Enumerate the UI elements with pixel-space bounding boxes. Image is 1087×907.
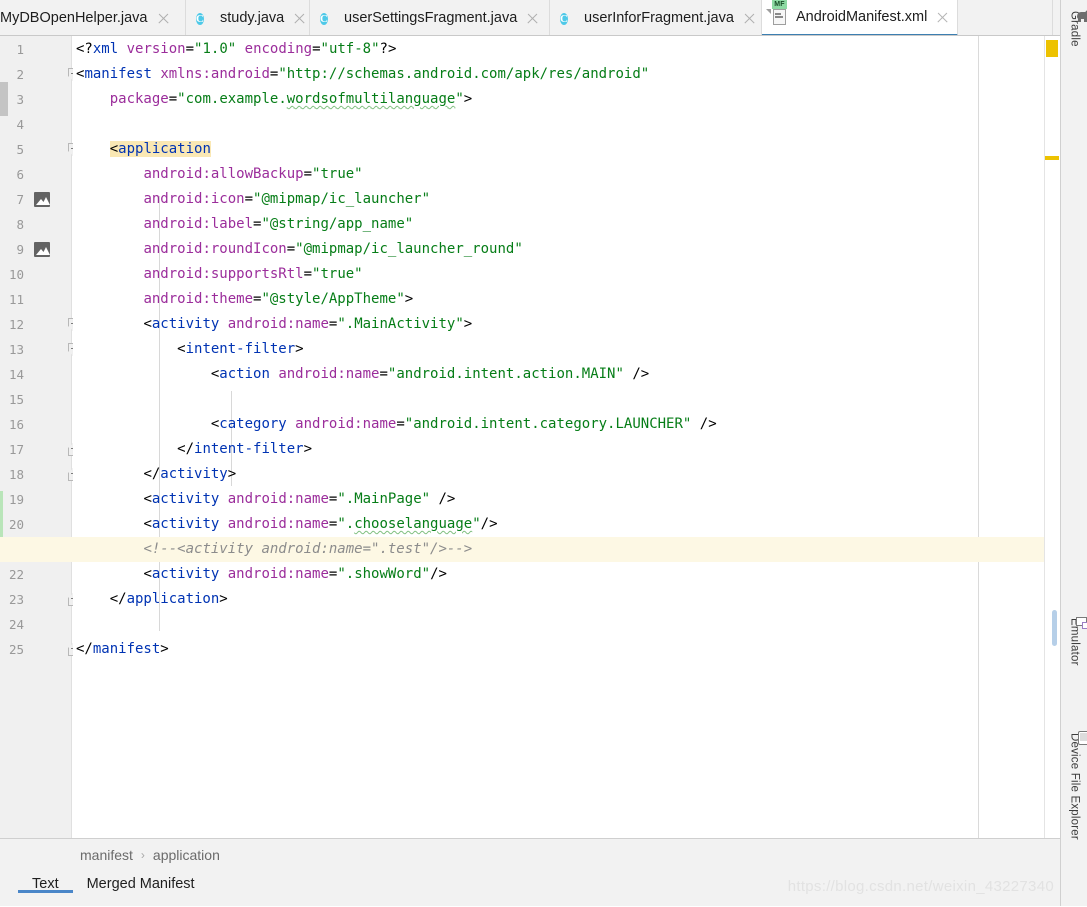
image-preview-icon[interactable] [34, 242, 50, 257]
line-number: 14 [8, 367, 24, 382]
line-number: 13 [8, 342, 24, 357]
vcs-change-marker [0, 491, 3, 541]
line-number: 8 [16, 217, 24, 232]
code-line[interactable]: </activity> [76, 462, 236, 487]
code-line[interactable]: android:allowBackup="true" [76, 162, 362, 187]
class-file-icon: C [560, 12, 568, 25]
line-number: 5 [16, 142, 24, 157]
editor-tab-bar: MyDBOpenHelper.java Cstudy.java CuserSetti… [0, 0, 1060, 36]
code-line[interactable]: <category android:name="android.intent.c… [76, 412, 717, 437]
code-editor[interactable]: 1234567891011121314151617181920212223242… [0, 36, 1044, 838]
editor-mode-tab-text[interactable]: Text [18, 875, 73, 893]
code-content[interactable]: <?xml version="1.0" encoding="utf-8"?> <m… [0, 36, 1044, 838]
code-line[interactable]: <!--<activity android:name=".test"/>--> [76, 537, 472, 562]
line-number: 10 [8, 267, 24, 282]
line-number: 16 [8, 417, 24, 432]
close-icon[interactable] [157, 12, 170, 25]
line-number: 18 [8, 467, 24, 482]
editor-mode-tab-label: Merged Manifest [86, 876, 195, 892]
code-line[interactable]: android:icon="@mipmap/ic_launcher" [76, 187, 430, 212]
editor-mode-tabs: Text Merged Manifest [0, 875, 209, 907]
code-line[interactable]: android:supportsRtl="true" [76, 262, 362, 287]
line-number: 20 [8, 517, 24, 532]
line-number: 6 [16, 167, 24, 182]
code-line[interactable]: <application [76, 137, 211, 162]
line-number: 23 [8, 592, 24, 607]
close-icon[interactable] [293, 12, 306, 25]
tool-window-label: Device File Explorer [1068, 733, 1081, 840]
code-line[interactable]: </intent-filter> [76, 437, 312, 462]
tool-window-device-file-explorer[interactable]: Device File Explorer [1061, 730, 1087, 840]
close-icon[interactable] [743, 12, 756, 25]
vertical-scrollbar-thumb[interactable] [1052, 610, 1057, 646]
line-number: 2 [16, 67, 24, 82]
code-line[interactable]: package="com.example.wordsofmultilanguag… [76, 87, 472, 112]
editor-tab-study-java[interactable]: Cstudy.java [186, 0, 310, 35]
breadcrumb: manifest › application [80, 847, 220, 863]
tool-window-emulator[interactable]: Emulator [1061, 615, 1087, 666]
line-number: 22 [8, 567, 24, 582]
editor-bottom-panel: manifest › application Text Merged Manifest [0, 838, 1060, 906]
code-line[interactable]: <activity android:name=".MainActivity"> [76, 312, 472, 337]
editor-tab-mydbopenhelper-java[interactable]: MyDBOpenHelper.java [0, 0, 186, 35]
error-stripe-scrollbar[interactable] [1044, 36, 1060, 838]
class-file-icon: C [320, 12, 328, 25]
image-preview-icon[interactable] [34, 192, 50, 207]
line-number: 11 [8, 292, 24, 307]
line-number: 24 [8, 617, 24, 632]
line-number: 17 [8, 442, 24, 457]
warning-stripe-marker[interactable] [1046, 40, 1058, 57]
line-number: 3 [16, 92, 24, 107]
editor-tab-label: study.java [220, 10, 285, 26]
line-number: 9 [16, 242, 24, 257]
code-line[interactable]: android:theme="@style/AppTheme"> [76, 287, 413, 312]
editor-tab-userinforfragment-java[interactable]: CuserInforFragment.java [550, 0, 762, 35]
right-tool-window-bar: Gradle Emulator Device File Explorer [1060, 0, 1087, 906]
editor-tab-label: userSettingsFragment.java [344, 10, 518, 26]
right-margin-guide [978, 36, 979, 838]
code-line[interactable]: <activity android:name=".chooselanguage"… [76, 512, 497, 537]
close-icon[interactable] [936, 11, 949, 24]
breadcrumb-separator-icon: › [140, 848, 145, 862]
code-line[interactable]: <?xml version="1.0" encoding="utf-8"?> [76, 37, 396, 62]
class-file-icon: C [196, 12, 204, 25]
editor-tab-label: MyDBOpenHelper.java [0, 10, 148, 26]
code-line[interactable]: <manifest xmlns:android="http://schemas.… [76, 62, 649, 87]
code-line[interactable]: <activity android:name=".MainPage" /> [76, 487, 455, 512]
android-studio-editor-window: MyDBOpenHelper.java Cstudy.java CuserSetti… [0, 0, 1087, 906]
code-line[interactable]: <action android:name="android.intent.act… [76, 362, 649, 387]
editor-mode-tab-label: Text [32, 876, 59, 892]
breadcrumb-item-manifest[interactable]: manifest [80, 847, 133, 863]
editor-tab-androidmanifest-xml[interactable]: MF AndroidManifest.xml [762, 0, 958, 35]
line-number: 15 [8, 392, 24, 407]
warning-stripe-marker[interactable] [1045, 156, 1059, 160]
watermark-text: https://blog.csdn.net/weixin_43227340 [787, 878, 1054, 895]
code-line[interactable] [76, 112, 84, 137]
tool-window-gradle[interactable]: Gradle [1061, 8, 1087, 47]
gutter-icons-layer: 1234567891011121314151617181920212223242… [8, 36, 79, 838]
line-number: 25 [8, 642, 24, 657]
code-line[interactable] [76, 387, 84, 412]
line-number: 1 [16, 42, 24, 57]
editor-tab-label: AndroidManifest.xml [796, 9, 928, 25]
line-number: 4 [16, 117, 24, 132]
code-line[interactable]: <activity android:name=".showWord"/> [76, 562, 446, 587]
code-line[interactable]: android:label="@string/app_name" [76, 212, 413, 237]
code-line[interactable]: </application> [76, 587, 228, 612]
code-line[interactable] [76, 612, 84, 637]
code-line[interactable]: android:roundIcon="@mipmap/ic_launcher_r… [76, 237, 522, 262]
editor-tab-usersettingsfragment-java[interactable]: CuserSettingsFragment.java [310, 0, 550, 35]
line-number: 19 [8, 492, 24, 507]
breadcrumb-item-application[interactable]: application [153, 847, 220, 863]
close-icon[interactable] [526, 12, 539, 25]
code-line[interactable]: <intent-filter> [76, 337, 303, 362]
code-line[interactable]: </manifest> [76, 637, 169, 662]
line-number: 7 [16, 192, 24, 207]
line-number: 12 [8, 317, 24, 332]
editor-mode-tab-merged-manifest[interactable]: Merged Manifest [73, 875, 209, 893]
manifest-file-icon: MF [766, 0, 789, 26]
editor-tab-label: userInforFragment.java [584, 10, 734, 26]
